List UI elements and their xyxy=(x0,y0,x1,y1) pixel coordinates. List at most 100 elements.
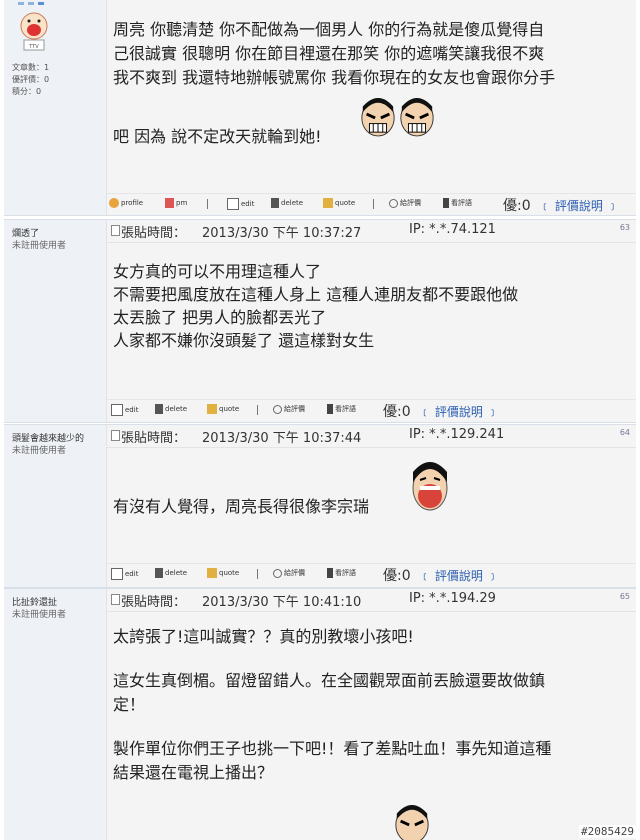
post-toolbar: profile pm edit delete quote 給評價 看評語 優:0… xyxy=(107,193,636,214)
pm-button[interactable]: pm xyxy=(165,198,187,208)
post-number[interactable]: 63 xyxy=(620,223,630,232)
post-content: 張貼時間： 2013/3/30 下午 10:37:27 IP: *.*.74.1… xyxy=(107,220,636,422)
toolbar-separator xyxy=(373,199,374,209)
edit-button[interactable]: edit xyxy=(111,568,138,580)
view-rate-button[interactable]: 看評語 xyxy=(327,404,356,414)
post-ip: IP: *.*.129.241 xyxy=(409,427,505,442)
forum-post: 比扯鈴還扯 未註冊使用者 張貼時間： 2013/3/30 下午 10:41:10… xyxy=(4,588,636,840)
figure-icon xyxy=(443,198,449,208)
post-toolbar: edit delete quote 給評價 看評語 優:0 ﹝ 評價說明 ﹞ xyxy=(107,399,636,420)
delete-button[interactable]: delete xyxy=(271,198,303,208)
edit-icon xyxy=(227,198,239,210)
post-date: 2013/3/30 下午 10:37:27 xyxy=(202,226,362,241)
post-body-line: 我不爽到 我還特地辦帳號罵你 我看你現在的女友也會跟你分手 xyxy=(113,68,556,87)
post-header: 張貼時間： 2013/3/30 下午 10:37:27 IP: *.*.74.1… xyxy=(107,220,636,243)
radio-icon xyxy=(389,198,398,208)
post-date: 2013/3/30 下午 10:37:44 xyxy=(202,431,362,446)
forum-page: TTV 文章數：1 優評價：0 積分：0 周亮 你聽清楚 你不配做為一個男人 你… xyxy=(0,0,640,840)
post-time-label: 張貼時間： xyxy=(121,431,187,446)
toolbar-separator xyxy=(207,199,208,209)
author-panel: 頭髮會越來越少的 未註冊使用者 xyxy=(4,425,107,587)
post-toolbar: edit delete quote 給評價 看評語 優:0 ﹝ 評價說明 ﹞ xyxy=(107,563,636,584)
toolbar-separator xyxy=(257,405,258,415)
quote-button[interactable]: quote xyxy=(207,568,239,578)
post-number[interactable]: 64 xyxy=(620,428,630,437)
svg-text:TTV: TTV xyxy=(28,44,39,50)
post-body-line: 周亮 你聽清楚 你不配做為一個男人 你的行為就是傻瓜覺得自 xyxy=(113,20,545,39)
post-body-line: 女方真的可以不用理這種人了 xyxy=(113,262,322,281)
rating-explanation-link[interactable]: ﹝ 評價說明 ﹞ xyxy=(419,567,499,584)
edit-icon xyxy=(111,404,123,416)
author-panel: 比扯鈴還扯 未註冊使用者 xyxy=(4,589,107,840)
author-panel: TTV 文章數：1 優評價：0 積分：0 xyxy=(4,0,107,215)
avatar-icon: TTV xyxy=(18,2,48,51)
post-content: 張貼時間： 2013/3/30 下午 10:37:44 IP: *.*.129.… xyxy=(107,425,636,587)
post-ip: IP: *.*.194.29 xyxy=(409,591,496,606)
pm-icon xyxy=(165,198,174,208)
radio-icon xyxy=(273,568,282,578)
quote-icon xyxy=(323,198,333,208)
trash-icon xyxy=(155,568,163,578)
rating-explanation-link[interactable]: ﹝ 評價說明 ﹞ xyxy=(539,197,619,214)
rate-button[interactable]: 給評價 xyxy=(389,198,421,208)
post-ip: IP: *.*.74.121 xyxy=(409,222,496,237)
profile-button[interactable]: profile xyxy=(109,198,143,208)
forum-post: 頭髮會越來越少的 未註冊使用者 張貼時間： 2013/3/30 下午 10:37… xyxy=(4,424,636,588)
figure-icon xyxy=(327,404,333,414)
toolbar-separator xyxy=(257,569,258,579)
rate-button[interactable]: 給評價 xyxy=(273,404,305,414)
document-icon xyxy=(111,430,120,441)
profile-icon xyxy=(109,198,119,208)
forum-post: 爛透了 未註冊使用者 張貼時間： 2013/3/30 下午 10:37:27 I… xyxy=(4,219,636,423)
laughing-face-emoticon-icon xyxy=(412,462,448,511)
score-value: 優:0 xyxy=(503,198,531,214)
post-body-line: 這女生真倒楣。留燈留錯人。在全國觀眾面前丟臉還要故做鎮 xyxy=(113,671,546,690)
post-body-line: 人家都不嫌你沒頭髮了 還這樣對女生 xyxy=(113,331,375,350)
post-body-line: 吧 因為 說不定改天就輪到她! xyxy=(113,127,322,146)
view-rate-button[interactable]: 看評語 xyxy=(443,198,472,208)
rating-explanation-link[interactable]: ﹝ 評價說明 ﹞ xyxy=(419,403,499,420)
rating-count: 優評價：0 xyxy=(12,75,50,84)
post-body-line: 太誇張了!這叫誠實？？真的別教壞小孩吧! xyxy=(113,627,414,646)
delete-button[interactable]: delete xyxy=(155,568,187,578)
radio-icon xyxy=(273,404,282,414)
post-body-line: 己很誠實 很聰明 你在節目裡還在那笑 你的遮嘴笑讓我很不爽 xyxy=(113,44,545,63)
post-number[interactable]: 65 xyxy=(620,592,630,601)
view-rate-button[interactable]: 看評語 xyxy=(327,568,356,578)
post-body-line: 定！ xyxy=(113,695,146,714)
post-header: 張貼時間： 2013/3/30 下午 10:37:44 IP: *.*.129.… xyxy=(107,425,636,448)
rate-button[interactable]: 給評價 xyxy=(273,568,305,578)
author-role: 未註冊使用者 xyxy=(12,446,67,456)
edit-icon xyxy=(111,568,123,580)
quote-icon xyxy=(207,568,217,578)
edit-button[interactable]: edit xyxy=(227,198,254,210)
angry-face-emoticon-icon xyxy=(400,97,434,137)
post-content: 張貼時間： 2013/3/30 下午 10:41:10 IP: *.*.194.… xyxy=(107,589,636,840)
post-body-line: 結果還在電視上播出？ xyxy=(113,763,274,782)
post-body-line: 有沒有人覺得，周亮長得很像李宗瑞 xyxy=(113,497,370,516)
edit-button[interactable]: edit xyxy=(111,404,138,416)
quote-button[interactable]: quote xyxy=(207,404,239,414)
forum-post: TTV 文章數：1 優評價：0 積分：0 周亮 你聽清楚 你不配做為一個男人 你… xyxy=(4,0,636,216)
figure-icon xyxy=(327,568,333,578)
post-time-label: 張貼時間： xyxy=(121,226,187,241)
post-body-line: 不需要把風度放在這種人身上 這種人連朋友都不要跟他做 xyxy=(113,285,519,304)
document-icon xyxy=(111,594,120,605)
post-date: 2013/3/30 下午 10:41:10 xyxy=(202,595,362,610)
post-header: 張貼時間： 2013/3/30 下午 10:41:10 IP: *.*.194.… xyxy=(107,589,636,612)
post-body-line: 太丟臉了 把男人的臉都丟光了 xyxy=(113,308,327,327)
points: 積分：0 xyxy=(12,87,42,96)
author-role: 未註冊使用者 xyxy=(12,610,67,620)
image-watermark: #2085429 xyxy=(579,825,636,838)
quote-icon xyxy=(207,404,217,414)
author-role: 未註冊使用者 xyxy=(12,241,67,251)
post-content: 周亮 你聽清楚 你不配做為一個男人 你的行為就是傻瓜覺得自 己很誠實 很聰明 你… xyxy=(107,0,636,215)
post-body-line: 製作單位你們王子也挑一下吧!！看了差點吐血！事先知道這種 xyxy=(113,739,552,758)
post-count: 文章數：1 xyxy=(12,63,50,72)
score-value: 優:0 xyxy=(383,568,411,584)
post-time-label: 張貼時間： xyxy=(121,595,187,610)
delete-button[interactable]: delete xyxy=(155,404,187,414)
angry-face-emoticon-icon xyxy=(361,97,395,137)
quote-button[interactable]: quote xyxy=(323,198,355,208)
trash-icon xyxy=(271,198,279,208)
